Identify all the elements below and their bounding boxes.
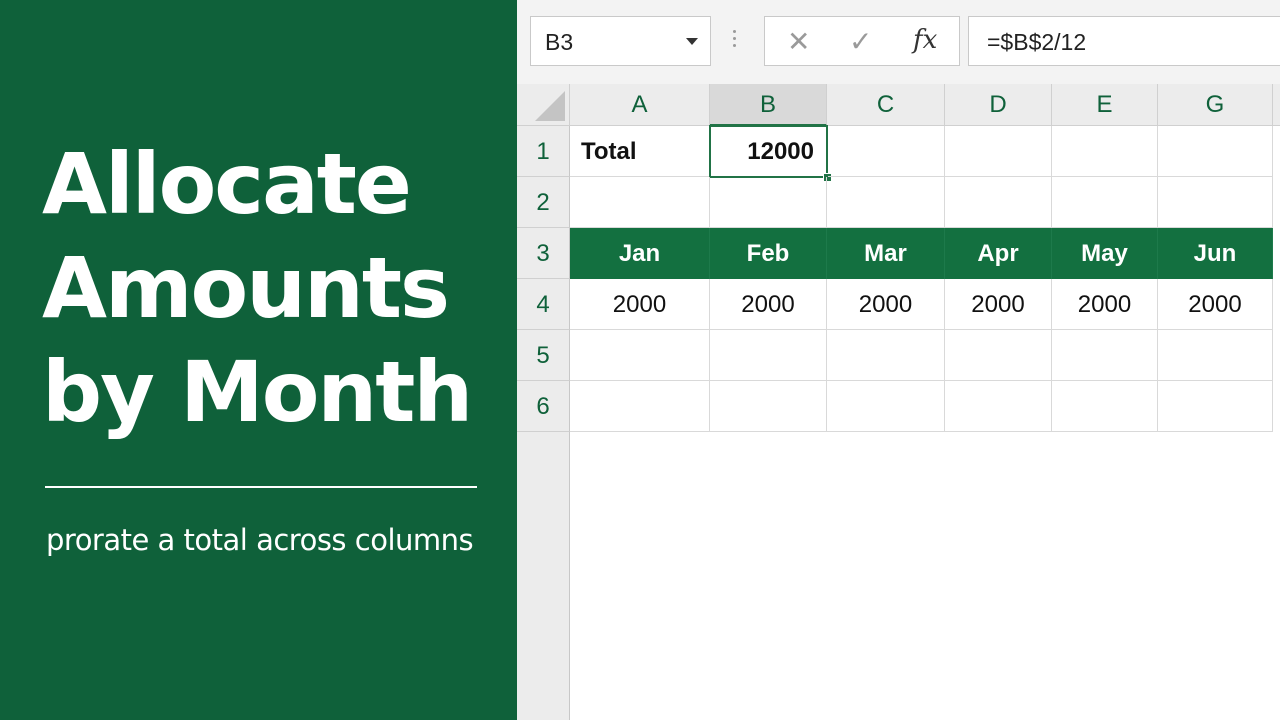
row-header-1[interactable]: 1 [517, 126, 570, 177]
row-header-4[interactable]: 4 [517, 279, 570, 330]
cell-c5[interactable] [827, 330, 945, 381]
cell-c6[interactable] [827, 381, 945, 432]
cell-b4-value[interactable]: 2000 [710, 279, 827, 330]
column-header-c[interactable]: C [827, 84, 945, 126]
hero-subtitle: prorate a total across columns [46, 523, 474, 557]
cell-b5[interactable] [710, 330, 827, 381]
hero-title-line-2: Amounts [42, 239, 450, 337]
cell-b2[interactable] [710, 177, 827, 228]
formula-bar: B3 ✕ ✓ fx =$B$2/12 [517, 0, 1280, 84]
cell-g6[interactable] [1158, 381, 1273, 432]
formula-input[interactable]: =$B$2/12 [968, 16, 1280, 66]
hero-title-line-3: by Month [42, 343, 473, 441]
cell-d6[interactable] [945, 381, 1052, 432]
row-header-gutter [517, 432, 570, 720]
cell-d5[interactable] [945, 330, 1052, 381]
cell-d4-value[interactable]: 2000 [945, 279, 1052, 330]
cell-c1[interactable] [828, 126, 945, 177]
column-header-g[interactable]: G [1158, 84, 1273, 126]
row-header-3[interactable]: 3 [517, 228, 570, 279]
cell-c3-month-header[interactable]: Mar [827, 228, 945, 279]
title-panel: Allocate Amounts by Month prorate a tota… [0, 0, 517, 720]
cell-e1[interactable] [1052, 126, 1158, 177]
cell-d3-month-header[interactable]: Apr [945, 228, 1052, 279]
hero-title: Allocate Amounts by Month [42, 132, 502, 444]
row-header-6[interactable]: 6 [517, 381, 570, 432]
cell-e5[interactable] [1052, 330, 1158, 381]
cell-g2[interactable] [1158, 177, 1273, 228]
cell-g1[interactable] [1158, 126, 1273, 177]
cell-e6[interactable] [1052, 381, 1158, 432]
cell-g3-month-header[interactable]: Jun [1158, 228, 1273, 279]
name-box-value: B3 [545, 29, 574, 55]
cell-b3-month-header[interactable]: Feb [710, 228, 827, 279]
insert-function-icon[interactable]: fx [913, 25, 937, 55]
cell-a3-month-header[interactable]: Jan [570, 228, 710, 279]
cell-g4-value[interactable]: 2000 [1158, 279, 1273, 330]
column-header-a[interactable]: A [570, 84, 710, 126]
cell-b1[interactable]: 12000 [709, 125, 828, 178]
cell-d1[interactable] [945, 126, 1052, 177]
cell-e3-month-header[interactable]: May [1052, 228, 1158, 279]
cell-c4-value[interactable]: 2000 [827, 279, 945, 330]
cell-b6[interactable] [710, 381, 827, 432]
row-header-2[interactable]: 2 [517, 177, 570, 228]
cell-c2[interactable] [827, 177, 945, 228]
cancel-icon[interactable]: ✕ [787, 25, 810, 58]
cell-e2[interactable] [1052, 177, 1158, 228]
hero-title-line-1: Allocate [42, 135, 412, 233]
chevron-down-icon[interactable] [686, 38, 698, 45]
column-header-next[interactable] [1273, 84, 1280, 126]
spreadsheet: B3 ✕ ✓ fx =$B$2/12 A B C D E G 1 2 3 4 5… [517, 0, 1280, 720]
cell-d2[interactable] [945, 177, 1052, 228]
cell-g5[interactable] [1158, 330, 1273, 381]
cell-a4-value[interactable]: 2000 [570, 279, 710, 330]
column-header-b[interactable]: B [710, 84, 827, 126]
check-icon[interactable]: ✓ [849, 25, 872, 58]
cell-grid: A B C D E G 1 2 3 4 5 6 Total 12000 Jan … [517, 84, 1280, 720]
name-box[interactable]: B3 [530, 16, 711, 66]
cell-a5[interactable] [570, 330, 710, 381]
formula-text: =$B$2/12 [987, 29, 1087, 55]
column-header-e[interactable]: E [1052, 84, 1158, 126]
column-header-d[interactable]: D [945, 84, 1052, 126]
cell-a2[interactable] [570, 177, 710, 228]
divider [45, 486, 477, 488]
more-options-icon[interactable] [733, 30, 737, 54]
cell-a1[interactable]: Total [570, 126, 710, 177]
select-all-button[interactable] [517, 84, 570, 126]
cell-e4-value[interactable]: 2000 [1052, 279, 1158, 330]
cell-a6[interactable] [570, 381, 710, 432]
select-all-icon [535, 91, 565, 121]
formula-actions: ✕ ✓ fx [764, 16, 960, 66]
row-header-5[interactable]: 5 [517, 330, 570, 381]
